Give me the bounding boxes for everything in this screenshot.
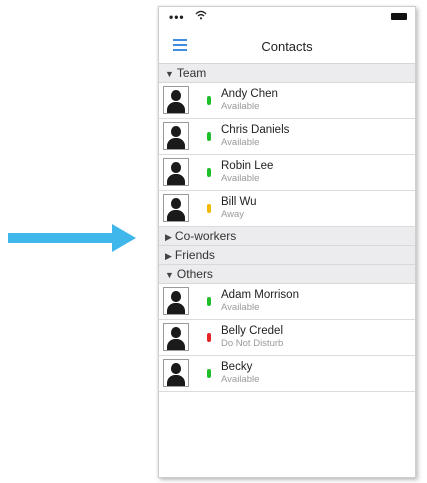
person-silhouette-icon — [163, 122, 189, 150]
right-arrow-icon — [8, 224, 136, 252]
signal-dots-icon: ••• — [169, 10, 185, 24]
contact-row[interactable]: Bill Wu Away — [159, 191, 415, 227]
presence-indicator — [207, 333, 211, 342]
battery-icon — [391, 13, 407, 20]
person-silhouette-icon — [163, 158, 189, 186]
triangle-down-icon: ▼ — [165, 270, 174, 280]
person-silhouette-icon — [163, 194, 189, 222]
contact-list: ▼ Team Andy Chen Available Chris Daniels Avai… — [159, 64, 415, 392]
group-header[interactable]: ▼ Others — [159, 265, 415, 284]
group-label: Co-workers — [174, 229, 237, 243]
navigation-bar: Contacts — [159, 29, 415, 64]
contact-row[interactable]: Chris Daniels Available — [159, 119, 415, 155]
contact-name: Chris Daniels — [221, 124, 290, 136]
contact-status: Do Not Disturb — [221, 338, 284, 349]
group-header[interactable]: ▼ Team — [159, 64, 415, 83]
contact-name: Becky — [221, 361, 253, 373]
contact-name: Adam Morrison — [221, 289, 299, 301]
group-label: Team — [176, 66, 207, 80]
contact-row[interactable]: Robin Lee Available — [159, 155, 415, 191]
wifi-icon — [195, 10, 207, 20]
contact-row[interactable]: Becky Available — [159, 356, 415, 392]
contact-row[interactable]: Adam Morrison Available — [159, 284, 415, 320]
group-header[interactable]: ▶ Co-workers — [159, 227, 415, 246]
contact-status: Away — [221, 209, 245, 220]
contact-name: Robin Lee — [221, 160, 274, 172]
person-silhouette-icon — [163, 86, 189, 114]
person-silhouette-icon — [163, 287, 189, 315]
person-silhouette-icon — [163, 323, 189, 351]
presence-indicator — [207, 204, 211, 213]
group-header[interactable]: ▶ Friends — [159, 246, 415, 265]
group-label: Others — [176, 267, 213, 281]
presence-indicator — [207, 96, 211, 105]
page-title: Contacts — [261, 39, 313, 54]
triangle-right-icon: ▶ — [165, 251, 172, 261]
presence-indicator — [207, 297, 211, 306]
triangle-right-icon: ▶ — [165, 232, 172, 242]
contact-name: Bill Wu — [221, 196, 257, 208]
contact-status: Available — [221, 173, 260, 184]
triangle-down-icon: ▼ — [165, 69, 174, 79]
contact-row[interactable]: Belly Credel Do Not Disturb — [159, 320, 415, 356]
group-label: Friends — [174, 248, 215, 262]
contact-status: Available — [221, 302, 260, 313]
phone-screen: ••• Contacts ▼ Team Andy Chen Available Chri… — [158, 6, 416, 478]
contact-row[interactable]: Andy Chen Available — [159, 83, 415, 119]
presence-indicator — [207, 132, 211, 141]
person-silhouette-icon — [163, 359, 189, 387]
contact-status: Available — [221, 137, 260, 148]
presence-indicator — [207, 369, 211, 378]
contact-status: Available — [221, 101, 260, 112]
presence-indicator — [207, 168, 211, 177]
contact-status: Available — [221, 374, 260, 385]
contact-name: Belly Credel — [221, 325, 283, 337]
status-bar: ••• — [159, 7, 415, 29]
contact-name: Andy Chen — [221, 88, 278, 100]
